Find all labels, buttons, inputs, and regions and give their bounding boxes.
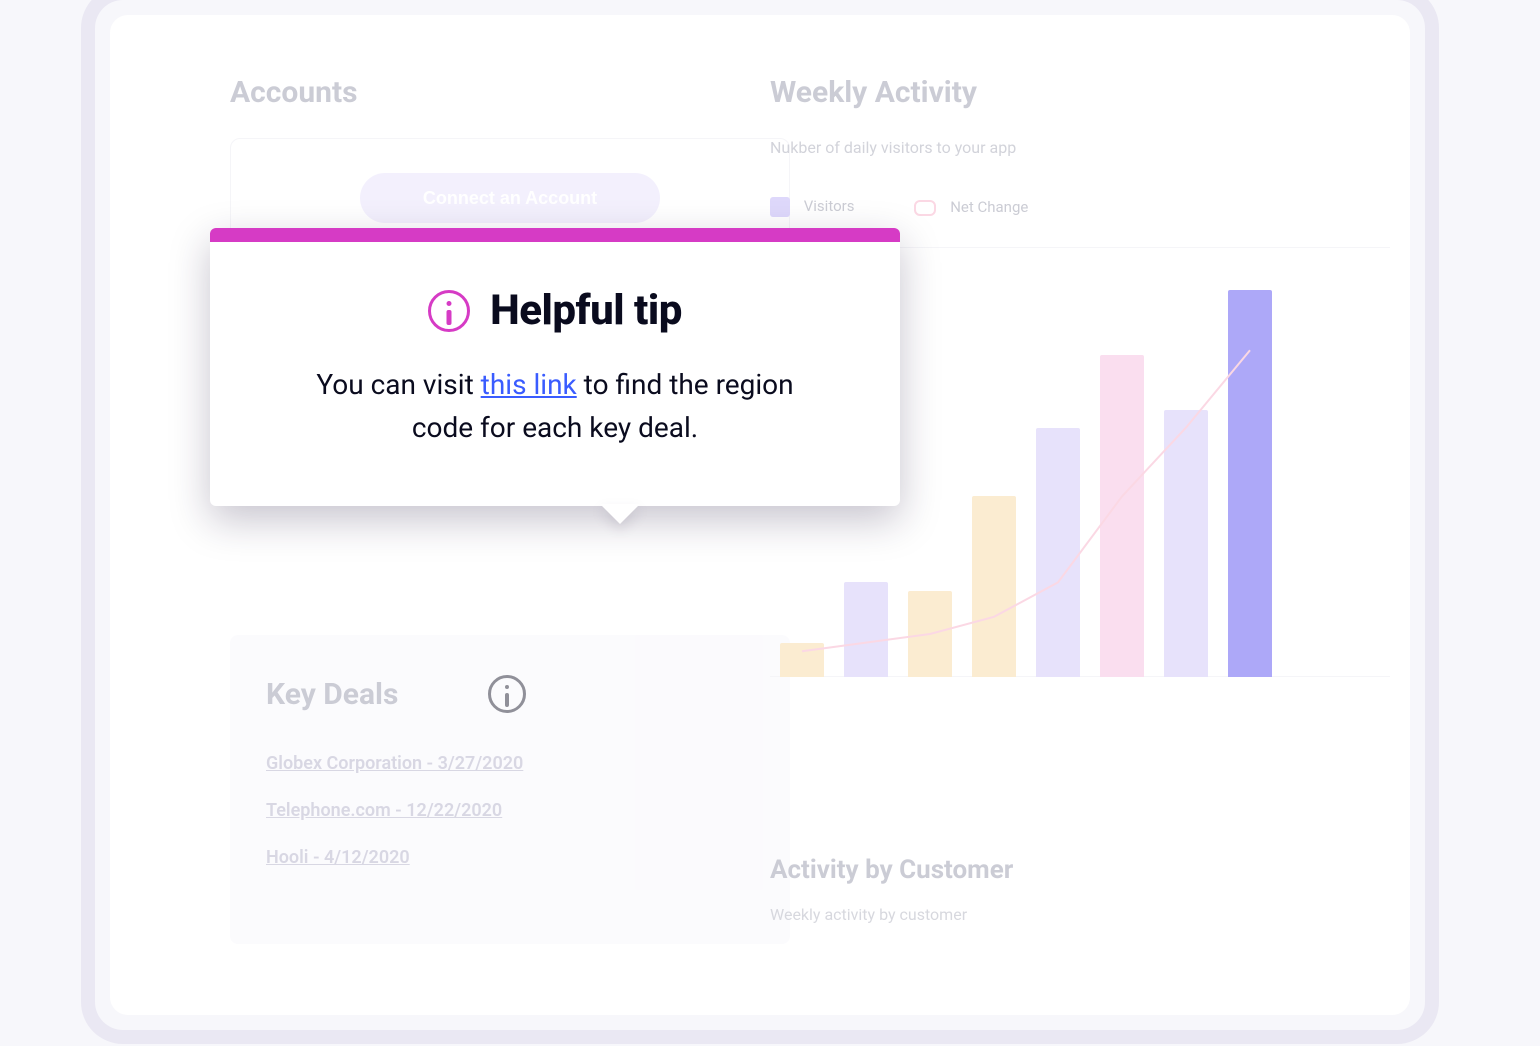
list-item[interactable]: Globex Corporation - 3/27/2020: [266, 753, 754, 774]
activity-by-customer-section: Activity by Customer Weekly activity by …: [770, 855, 1013, 924]
net-change-swatch-icon: [914, 200, 936, 216]
info-icon: [428, 290, 470, 332]
tooltip-text-before: You can visit: [316, 368, 480, 401]
legend-visitors: Visitors: [770, 197, 854, 217]
weekly-activity-heading: Weekly Activity: [770, 75, 1410, 110]
chart-legend: Visitors Net Change: [770, 197, 1410, 217]
dashboard-card: Accounts Connect an Account Key Deals Gl…: [110, 15, 1410, 1015]
tooltip-link[interactable]: this link: [481, 368, 577, 401]
weekly-activity-subtitle: Nukber of daily visitors to your app: [770, 138, 1410, 157]
tooltip-title: Helpful tip: [490, 286, 682, 335]
helpful-tip-popover: Helpful tip You can visit this link to f…: [210, 228, 900, 506]
info-icon[interactable]: [488, 675, 526, 713]
tooltip-text: You can visit this link to find the regi…: [295, 363, 815, 450]
list-item[interactable]: Telephone.com - 12/22/2020: [266, 800, 754, 821]
key-deals-list: Globex Corporation - 3/27/2020 Telephone…: [266, 753, 754, 868]
popover-arrow-icon: [600, 504, 640, 524]
key-deals-heading: Key Deals: [266, 677, 398, 712]
popover-accent-bar: [210, 228, 900, 242]
key-deals-panel: Key Deals Globex Corporation - 3/27/2020…: [230, 635, 790, 944]
visitors-swatch-icon: [770, 197, 790, 217]
activity-by-customer-subtitle: Weekly activity by customer: [770, 905, 1013, 924]
accounts-heading: Accounts: [230, 75, 790, 110]
legend-visitors-label: Visitors: [804, 197, 855, 215]
activity-by-customer-heading: Activity by Customer: [770, 855, 1013, 885]
list-item[interactable]: Hooli - 4/12/2020: [266, 847, 754, 868]
legend-net-change: Net Change: [914, 198, 1028, 216]
connect-account-button[interactable]: Connect an Account: [360, 173, 660, 223]
legend-net-change-label: Net Change: [950, 198, 1028, 216]
